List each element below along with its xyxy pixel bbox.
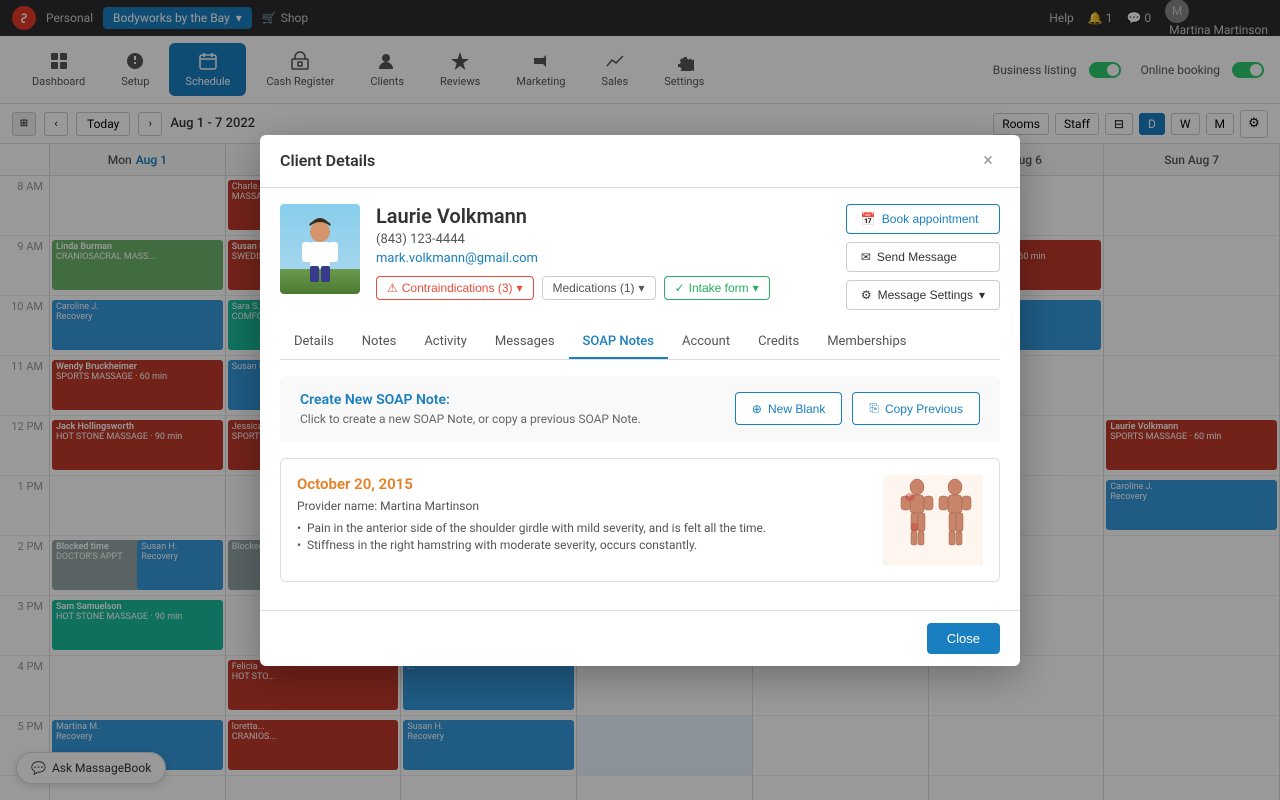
message-settings-button[interactable]: ⚙ Message Settings ▾ bbox=[846, 280, 1000, 310]
soap-create-title: Create New SOAP Note: bbox=[300, 392, 641, 408]
chevron-down-icon-4: ▾ bbox=[979, 288, 985, 302]
client-actions: 📅 Book appointment ✉ Send Message ⚙ Mess… bbox=[846, 204, 1000, 310]
new-blank-button[interactable]: ⊕ New Blank bbox=[735, 392, 842, 425]
soap-create-buttons: ⊕ New Blank ⎘ Copy Previous bbox=[735, 392, 980, 425]
calendar-plus-icon: 📅 bbox=[861, 212, 876, 226]
client-phone: (843) 123-4444 bbox=[376, 232, 830, 247]
send-message-button[interactable]: ✉ Send Message bbox=[846, 242, 1000, 272]
check-icon: ✓ bbox=[675, 281, 685, 295]
client-details-modal: Client Details × bbox=[260, 135, 1020, 666]
client-avatar-image bbox=[280, 204, 360, 294]
modal-overlay: Client Details × bbox=[0, 0, 1280, 800]
soap-note-body-image bbox=[883, 475, 983, 565]
soap-note-item-2: Stiffness in the right hamstring with mo… bbox=[297, 538, 867, 552]
new-blank-label: New Blank bbox=[768, 402, 825, 416]
tab-account[interactable]: Account bbox=[668, 326, 744, 359]
gear-icon: ⚙ bbox=[861, 288, 872, 302]
tab-activity[interactable]: Activity bbox=[410, 326, 481, 359]
modal-body: Laurie Volkmann (843) 123-4444 mark.volk… bbox=[260, 188, 1020, 610]
modal-tabs: Details Notes Activity Messages SOAP Not… bbox=[280, 326, 1000, 360]
chevron-down-icon-2: ▾ bbox=[639, 281, 645, 295]
book-appointment-label: Book appointment bbox=[882, 212, 979, 226]
soap-note-date: October 20, 2015 bbox=[297, 475, 867, 493]
chevron-down-icon-3: ▾ bbox=[753, 281, 759, 295]
close-modal-button[interactable]: Close bbox=[927, 623, 1000, 654]
envelope-icon: ✉ bbox=[861, 250, 871, 264]
plus-icon: ⊕ bbox=[752, 402, 762, 416]
client-name: Laurie Volkmann bbox=[376, 204, 830, 228]
tab-messages[interactable]: Messages bbox=[481, 326, 569, 359]
tab-soap-notes[interactable]: SOAP Notes bbox=[569, 326, 668, 359]
chevron-down-icon: ▾ bbox=[516, 281, 522, 295]
modal-close-button[interactable]: × bbox=[976, 149, 1000, 173]
client-details-info: Laurie Volkmann (843) 123-4444 mark.volk… bbox=[376, 204, 830, 300]
soap-note-provider: Provider name: Martina Martinson bbox=[297, 499, 867, 513]
contraindications-button[interactable]: ⚠ Contraindications (3) ▾ bbox=[376, 276, 534, 300]
client-avatar bbox=[280, 204, 360, 294]
soap-create-desc: Click to create a new SOAP Note, or copy… bbox=[300, 412, 641, 426]
intake-form-button[interactable]: ✓ Intake form ▾ bbox=[664, 276, 770, 300]
soap-note-item-1: Pain in the anterior side of the shoulde… bbox=[297, 521, 867, 535]
copy-icon: ⎘ bbox=[869, 401, 879, 416]
warning-icon: ⚠ bbox=[387, 281, 398, 295]
tab-notes[interactable]: Notes bbox=[348, 326, 411, 359]
soap-create-text: Create New SOAP Note: Click to create a … bbox=[300, 392, 641, 426]
medications-label: Medications (1) bbox=[553, 281, 635, 295]
book-appointment-button[interactable]: 📅 Book appointment bbox=[846, 204, 1000, 234]
modal-header: Client Details × bbox=[260, 135, 1020, 188]
intake-form-label: Intake form bbox=[689, 281, 749, 295]
soap-create-section: Create New SOAP Note: Click to create a … bbox=[280, 376, 1000, 442]
soap-note-items: Pain in the anterior side of the shoulde… bbox=[297, 521, 867, 552]
medications-button[interactable]: Medications (1) ▾ bbox=[542, 276, 656, 300]
tab-details[interactable]: Details bbox=[280, 326, 348, 359]
message-settings-label: Message Settings bbox=[878, 288, 973, 302]
modal-title: Client Details bbox=[280, 151, 375, 170]
body-diagram bbox=[883, 475, 983, 565]
send-message-label: Send Message bbox=[877, 250, 957, 264]
copy-previous-label: Copy Previous bbox=[885, 402, 963, 416]
modal-footer: Close bbox=[260, 610, 1020, 666]
contraindications-label: Contraindications (3) bbox=[402, 281, 513, 295]
copy-previous-button[interactable]: ⎘ Copy Previous bbox=[852, 392, 980, 425]
soap-note-card[interactable]: October 20, 2015 Provider name: Martina … bbox=[280, 458, 1000, 582]
tab-credits[interactable]: Credits bbox=[744, 326, 813, 359]
soap-note-content: October 20, 2015 Provider name: Martina … bbox=[297, 475, 867, 565]
tab-memberships[interactable]: Memberships bbox=[813, 326, 920, 359]
client-email[interactable]: mark.volkmann@gmail.com bbox=[376, 251, 830, 266]
client-tags: ⚠ Contraindications (3) ▾ Medications (1… bbox=[376, 276, 830, 300]
client-info-section: Laurie Volkmann (843) 123-4444 mark.volk… bbox=[280, 204, 1000, 310]
